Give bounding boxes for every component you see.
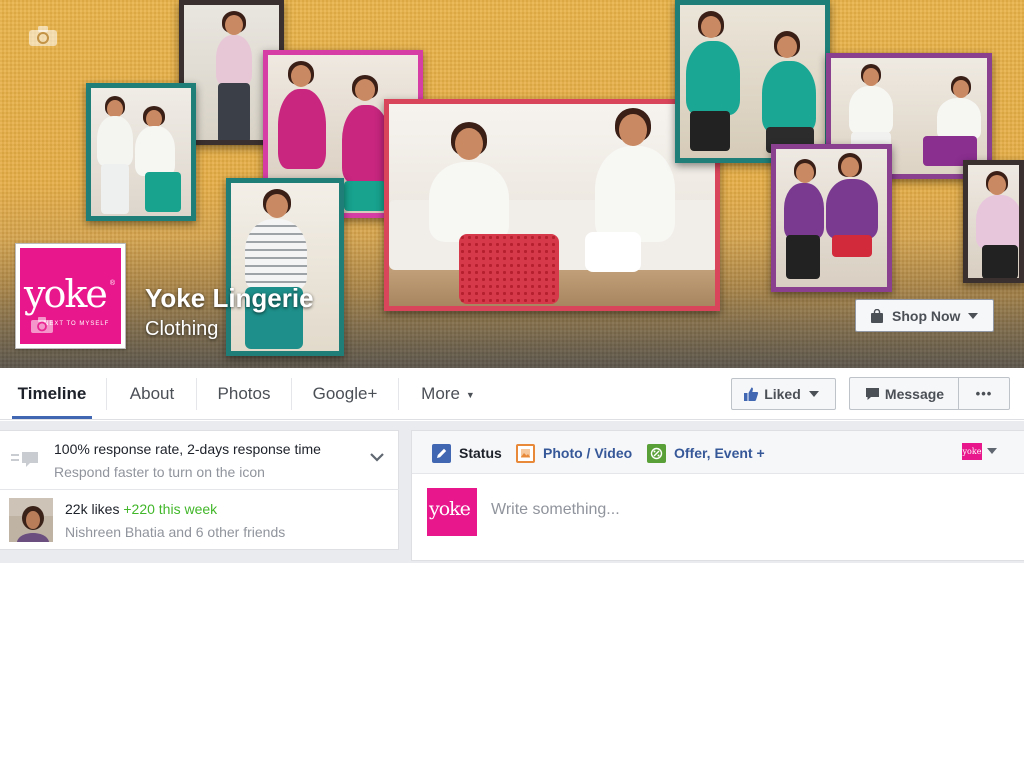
shopping-bag-icon	[871, 308, 883, 323]
likes-row[interactable]: 22k likes +220 this week Nishreen Bhatia…	[0, 491, 399, 550]
composer-tab-label: Status	[459, 445, 502, 461]
tab-label: Timeline	[17, 384, 87, 403]
message-label: Message	[884, 385, 945, 402]
tab-label: More	[421, 384, 460, 403]
tab-divider	[196, 378, 197, 410]
chevron-down-icon[interactable]	[369, 451, 385, 463]
likes-count: 22k likes +220 this week	[65, 501, 217, 517]
tab-label: Photos	[217, 384, 271, 403]
tab-divider	[106, 378, 107, 410]
composer-tab-label: Photo / Video	[543, 445, 633, 461]
likes-this-week[interactable]: +220 this week	[123, 501, 217, 517]
chevron-down-icon[interactable]	[987, 448, 997, 454]
thumbs-up-icon	[744, 387, 759, 401]
post-input[interactable]: Write something...	[491, 501, 620, 519]
logo-wordmark: yoke	[24, 272, 108, 316]
offer-icon	[647, 443, 666, 463]
friend-avatar[interactable]	[9, 498, 53, 542]
shop-now-button[interactable]: Shop Now	[855, 299, 994, 332]
chevron-down-icon: ▼	[465, 389, 475, 400]
composer-tab-status[interactable]: Status	[432, 443, 502, 463]
composer-tabs: Status Photo / Video Offer, Event + yoke	[412, 431, 1024, 474]
posting-as-avatar[interactable]: yoke	[962, 443, 982, 460]
collage-photo	[86, 83, 196, 221]
tab-photos[interactable]: Photos	[206, 368, 282, 420]
camera-icon[interactable]	[28, 25, 58, 47]
more-dots-icon: •••	[975, 386, 993, 401]
post-composer: Status Photo / Video Offer, Event + yoke…	[411, 430, 1024, 561]
logo-registered-mark: ®	[109, 280, 115, 287]
collage-photo	[771, 144, 892, 292]
likes-total: 22k likes	[65, 501, 120, 517]
shop-now-label: Shop Now	[892, 307, 961, 324]
chevron-down-icon	[808, 391, 819, 397]
pencil-icon	[432, 443, 451, 463]
brand-logo: yoke ® NEXT TO MYSELF	[20, 248, 121, 344]
friends-who-like[interactable]: Nishreen Bhatia and 6 other friends	[65, 524, 285, 540]
photo-icon	[516, 443, 535, 463]
tab-about[interactable]: About	[118, 368, 186, 420]
collage-photo	[675, 0, 830, 163]
camera-icon[interactable]	[30, 316, 54, 334]
chevron-down-icon	[968, 312, 979, 319]
tab-label: About	[129, 384, 175, 403]
collage-photo	[963, 160, 1024, 283]
profile-picture[interactable]: yoke ® NEXT TO MYSELF	[15, 243, 126, 349]
facebook-page: yoke ® NEXT TO MYSELF Yoke Lingerie Clot…	[0, 0, 1024, 768]
more-options-button[interactable]: •••	[958, 377, 1010, 410]
collage-photo	[226, 178, 344, 356]
composer-avatar: yoke	[427, 488, 477, 536]
message-button[interactable]: Message	[849, 377, 959, 410]
collage-photo	[384, 99, 720, 311]
response-rate-hint: Respond faster to turn on the icon	[54, 464, 265, 480]
page-category[interactable]: Clothing	[145, 318, 218, 341]
tab-divider	[291, 378, 292, 410]
composer-tab-offer-event[interactable]: Offer, Event +	[647, 443, 765, 463]
composer-tab-photo-video[interactable]: Photo / Video	[516, 443, 632, 463]
liked-button[interactable]: Liked	[731, 378, 836, 410]
tab-divider	[398, 378, 399, 410]
liked-label: Liked	[764, 386, 801, 402]
composer-tab-label: Offer, Event +	[674, 445, 765, 461]
logo-wordmark: yoke	[429, 498, 471, 520]
tab-timeline[interactable]: Timeline	[12, 368, 92, 420]
tab-google-plus[interactable]: Google+	[302, 368, 388, 420]
response-rate-text: 100% response rate, 2-days response time	[54, 441, 321, 457]
message-bubble-icon	[865, 387, 879, 400]
page-info-card: 100% response rate, 2-days response time…	[0, 430, 399, 550]
response-rate-row[interactable]: 100% response rate, 2-days response time…	[0, 431, 399, 490]
tab-more[interactable]: More ▼	[410, 368, 486, 420]
page-title[interactable]: Yoke Lingerie	[145, 283, 314, 314]
chat-bubbles-icon	[11, 452, 38, 467]
tab-label: Google+	[312, 384, 378, 403]
